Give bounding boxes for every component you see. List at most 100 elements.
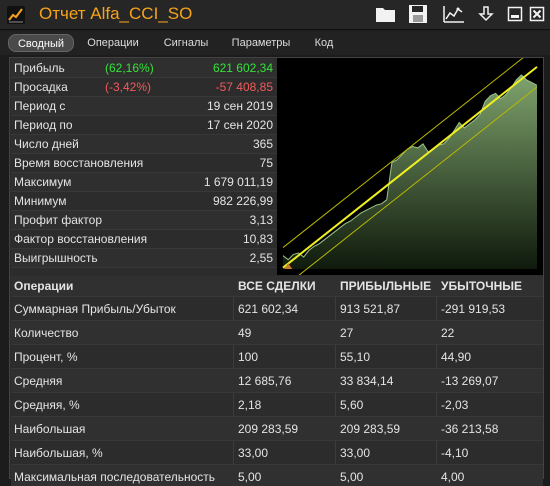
table-cell: 2,18 (238, 398, 262, 412)
summary-label: Профит фактор (14, 213, 103, 227)
table-cell: 33 834,14 (340, 374, 394, 388)
table-cell: 5,00 (340, 470, 364, 484)
summary-value: 3,13 (249, 213, 273, 227)
summary-value: -57 408,85 (215, 80, 273, 94)
table-cell: Средняя (14, 374, 63, 388)
summary-value: 75 (259, 156, 273, 170)
summary-list: Прибыль (62,16%) 621 602,34 Просадка (-3,42… (11, 59, 277, 268)
table-row: Количество 49 27 22 (11, 321, 543, 345)
table-cell: -291 919,53 (441, 302, 506, 316)
table-row: Средняя, % 2,18 5,60 -2,03 (11, 393, 543, 417)
table-cell: Суммарная Прибыль/Убыток (14, 302, 176, 316)
table-cell: 4,00 (441, 470, 465, 484)
column-header: Операции (14, 279, 74, 293)
table-row: Максимальная последовательность 5,00 5,00 4… (11, 465, 543, 486)
summary-value: 1 679 011,19 (203, 175, 273, 189)
window-title: Отчет Alfa_CCI_SO (39, 4, 193, 23)
tab-signals[interactable]: Сигналы (156, 34, 216, 52)
table-header-row: Операции ВСЕ СДЕЛКИ ПРИБЫЛЬНЫЕ УБЫТОЧНЫЕ (11, 276, 543, 297)
summary-row: Минимум 982 226,99 (11, 192, 277, 211)
close-button[interactable] (524, 3, 550, 25)
chart-export-button[interactable] (441, 3, 467, 25)
table-cell: 55,10 (340, 350, 371, 364)
summary-label: Минимум (14, 194, 67, 208)
summary-value: 621 602,34 (212, 61, 273, 75)
table-cell: 27 (340, 326, 354, 340)
tab-bar: Сводный Операции Сигналы Параметры Код (0, 31, 550, 55)
open-button[interactable] (373, 3, 399, 25)
table-cell: Наибольшая, % (14, 446, 103, 460)
summary-label: Прибыль (14, 61, 65, 75)
table-cell: -4,10 (441, 446, 469, 460)
summary-row: Максимум 1 679 011,19 (11, 173, 277, 192)
save-icon (409, 5, 427, 23)
summary-label: Число дней (14, 137, 79, 151)
minimize-icon (507, 6, 523, 22)
summary-row: Фактор восстановления 10,83 (11, 230, 277, 249)
summary-label: Период с (14, 99, 66, 113)
equity-chart[interactable] (277, 46, 543, 289)
summary-label: Фактор восстановления (14, 232, 148, 246)
operations-table: Операции ВСЕ СДЕЛКИ ПРИБЫЛЬНЫЕ УБЫТОЧНЫЕ… (11, 276, 543, 486)
table-cell: Количество (14, 326, 79, 340)
table-cell: 913 521,87 (340, 302, 401, 316)
tab-parameters[interactable]: Параметры (224, 34, 298, 52)
column-header: ВСЕ СДЕЛКИ (238, 279, 316, 293)
summary-value: 10,83 (242, 232, 273, 246)
table-row: Наибольшая 209 283,59 209 283,59 -36 213,58 (11, 417, 543, 441)
summary-label: Максимум (14, 175, 72, 189)
table-cell: 209 283,59 (238, 422, 299, 436)
summary-label: Время восстановления (14, 156, 144, 170)
table-row: Наибольшая, % 33,00 33,00 -4,10 (11, 441, 543, 465)
table-row: Процент, % 100 55,10 44,90 (11, 345, 543, 369)
table-cell: 22 (441, 326, 455, 340)
table-cell: 12 685,76 (238, 374, 292, 388)
summary-row: Прибыль (62,16%) 621 602,34 (11, 59, 277, 78)
table-cell: 44,90 (441, 350, 472, 364)
summary-percent: (62,16%) (105, 61, 154, 75)
table-cell: -36 213,58 (441, 422, 499, 436)
summary-row: Период с 19 сен 2019 (11, 97, 277, 116)
equity-area (283, 74, 537, 270)
save-button[interactable] (405, 3, 431, 25)
table-cell: 100 (238, 350, 259, 364)
table-cell: Средняя, % (14, 398, 80, 412)
summary-value: 17 сен 2020 (206, 118, 273, 132)
table-cell: 621 602,34 (238, 302, 299, 316)
table-cell: Максимальная последовательность (14, 470, 216, 484)
summary-row: Просадка (-3,42%) -57 408,85 (11, 78, 277, 97)
table-cell: -2,03 (441, 398, 469, 412)
summary-row: Выигрышность 2,55 (11, 249, 277, 268)
tab-code[interactable]: Код (306, 34, 342, 52)
summary-value: 982 226,99 (212, 194, 273, 208)
table-cell: 5,00 (238, 470, 262, 484)
table-cell: Наибольшая (14, 422, 86, 436)
summary-label: Период по (14, 118, 73, 132)
summary-label: Выигрышность (14, 251, 98, 265)
column-header: УБЫТОЧНЫЕ (441, 279, 523, 293)
report-panel: Прибыль (62,16%) 621 602,34 Просадка (-3,42… (9, 46, 544, 486)
summary-value: 365 (252, 137, 273, 151)
download-icon (478, 6, 494, 22)
close-icon (529, 6, 545, 22)
folder-open-icon (376, 8, 395, 22)
summary-value: 2,55 (249, 251, 273, 265)
equity-chart-svg (282, 46, 538, 289)
table-cell: -13 269,07 (441, 374, 499, 388)
title-bar: Отчет Alfa_CCI_SO (0, 0, 550, 30)
app-logo-icon (7, 6, 25, 24)
table-cell: 5,60 (340, 398, 364, 412)
table-row: Суммарная Прибыль/Убыток 621 602,34 913 52… (11, 297, 543, 321)
column-header: ПРИБЫЛЬНЫЕ (340, 279, 432, 293)
download-button[interactable] (473, 3, 499, 25)
summary-row: Период по 17 сен 2020 (11, 116, 277, 135)
summary-row: Время восстановления 75 (11, 154, 277, 173)
table-cell: Процент, % (14, 350, 78, 364)
summary-label: Просадка (14, 80, 68, 94)
tab-trades[interactable]: Операции (80, 34, 146, 52)
tab-summary[interactable]: Сводный (8, 34, 74, 52)
table-cell: 49 (238, 326, 252, 340)
summary-value: 19 сен 2019 (206, 99, 273, 113)
table-cell: 33,00 (340, 446, 371, 460)
table-cell: 33,00 (238, 446, 269, 460)
